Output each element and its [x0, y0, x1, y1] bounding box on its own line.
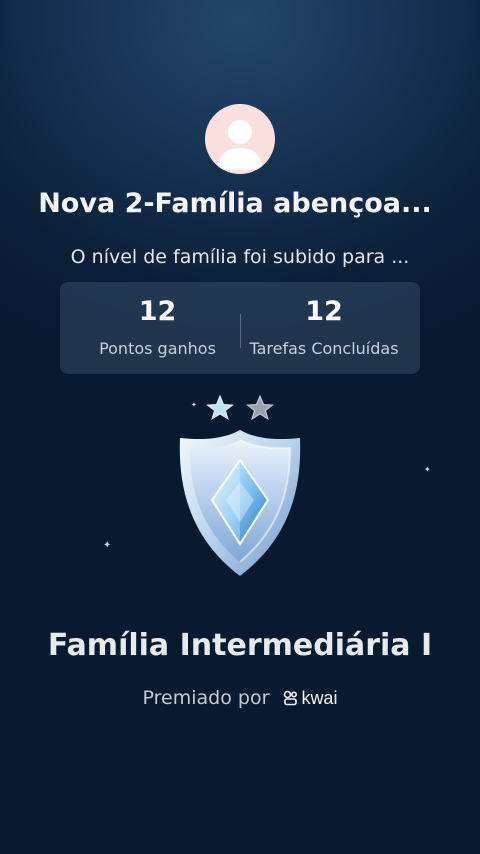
avatar[interactable]	[205, 104, 275, 174]
stat-tasks: 12 Tarefas Concluídas	[240, 282, 408, 374]
level-up-message: O nível de família foi subido para ...	[70, 246, 410, 268]
sparkle-icon: ✦	[103, 540, 112, 551]
star-icon	[246, 394, 274, 421]
shield-badge-icon	[179, 394, 301, 576]
stat-tasks-label: Tarefas Concluídas	[249, 339, 399, 358]
stat-points-label: Pontos ganhos	[99, 339, 216, 358]
rank-title: Família Intermediária I	[47, 628, 433, 663]
kwai-brand: kwai	[283, 688, 337, 711]
awarded-by: Premiado por kwai	[0, 687, 480, 711]
stat-points: 12 Pontos ganhos	[60, 282, 255, 374]
sparkle-icon: ✦	[424, 465, 431, 474]
awarded-by-label: Premiado por	[142, 687, 270, 709]
stats-card: 12 Pontos ganhos 12 Tarefas Concluídas	[60, 282, 420, 374]
kwai-logo-icon	[283, 690, 299, 711]
star-icon	[206, 394, 234, 421]
kwai-brand-text: kwai	[301, 688, 338, 708]
family-name-title: Nova 2-Família abençoa...	[38, 188, 432, 219]
avatar-placeholder-icon	[217, 120, 263, 170]
family-level-badge	[140, 388, 340, 588]
stat-points-value: 12	[138, 296, 177, 327]
stat-tasks-value: 12	[305, 296, 343, 327]
